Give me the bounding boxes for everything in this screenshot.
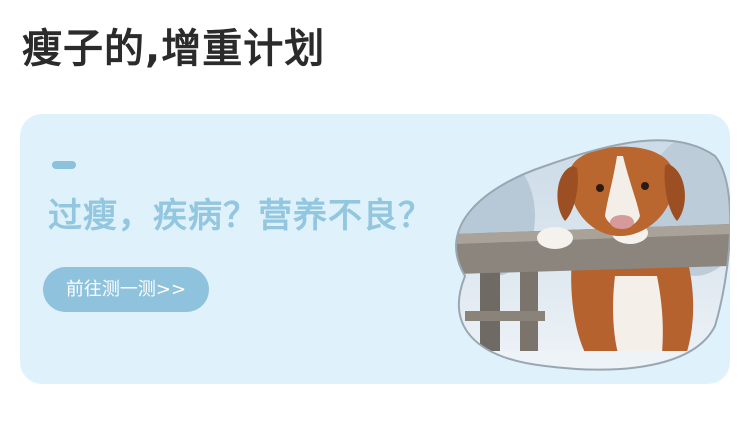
test-now-button[interactable]: 前往测一测>>	[43, 267, 209, 312]
dog-on-fence-photo	[425, 126, 730, 371]
accent-bar	[52, 161, 76, 169]
page-title: 瘦子的,增重计划	[22, 26, 326, 72]
banner-headline: 过瘦，疾病？营养不良？	[48, 196, 433, 236]
promo-banner[interactable]: 过瘦，疾病？营养不良？ 前往测一测>>	[20, 114, 730, 384]
